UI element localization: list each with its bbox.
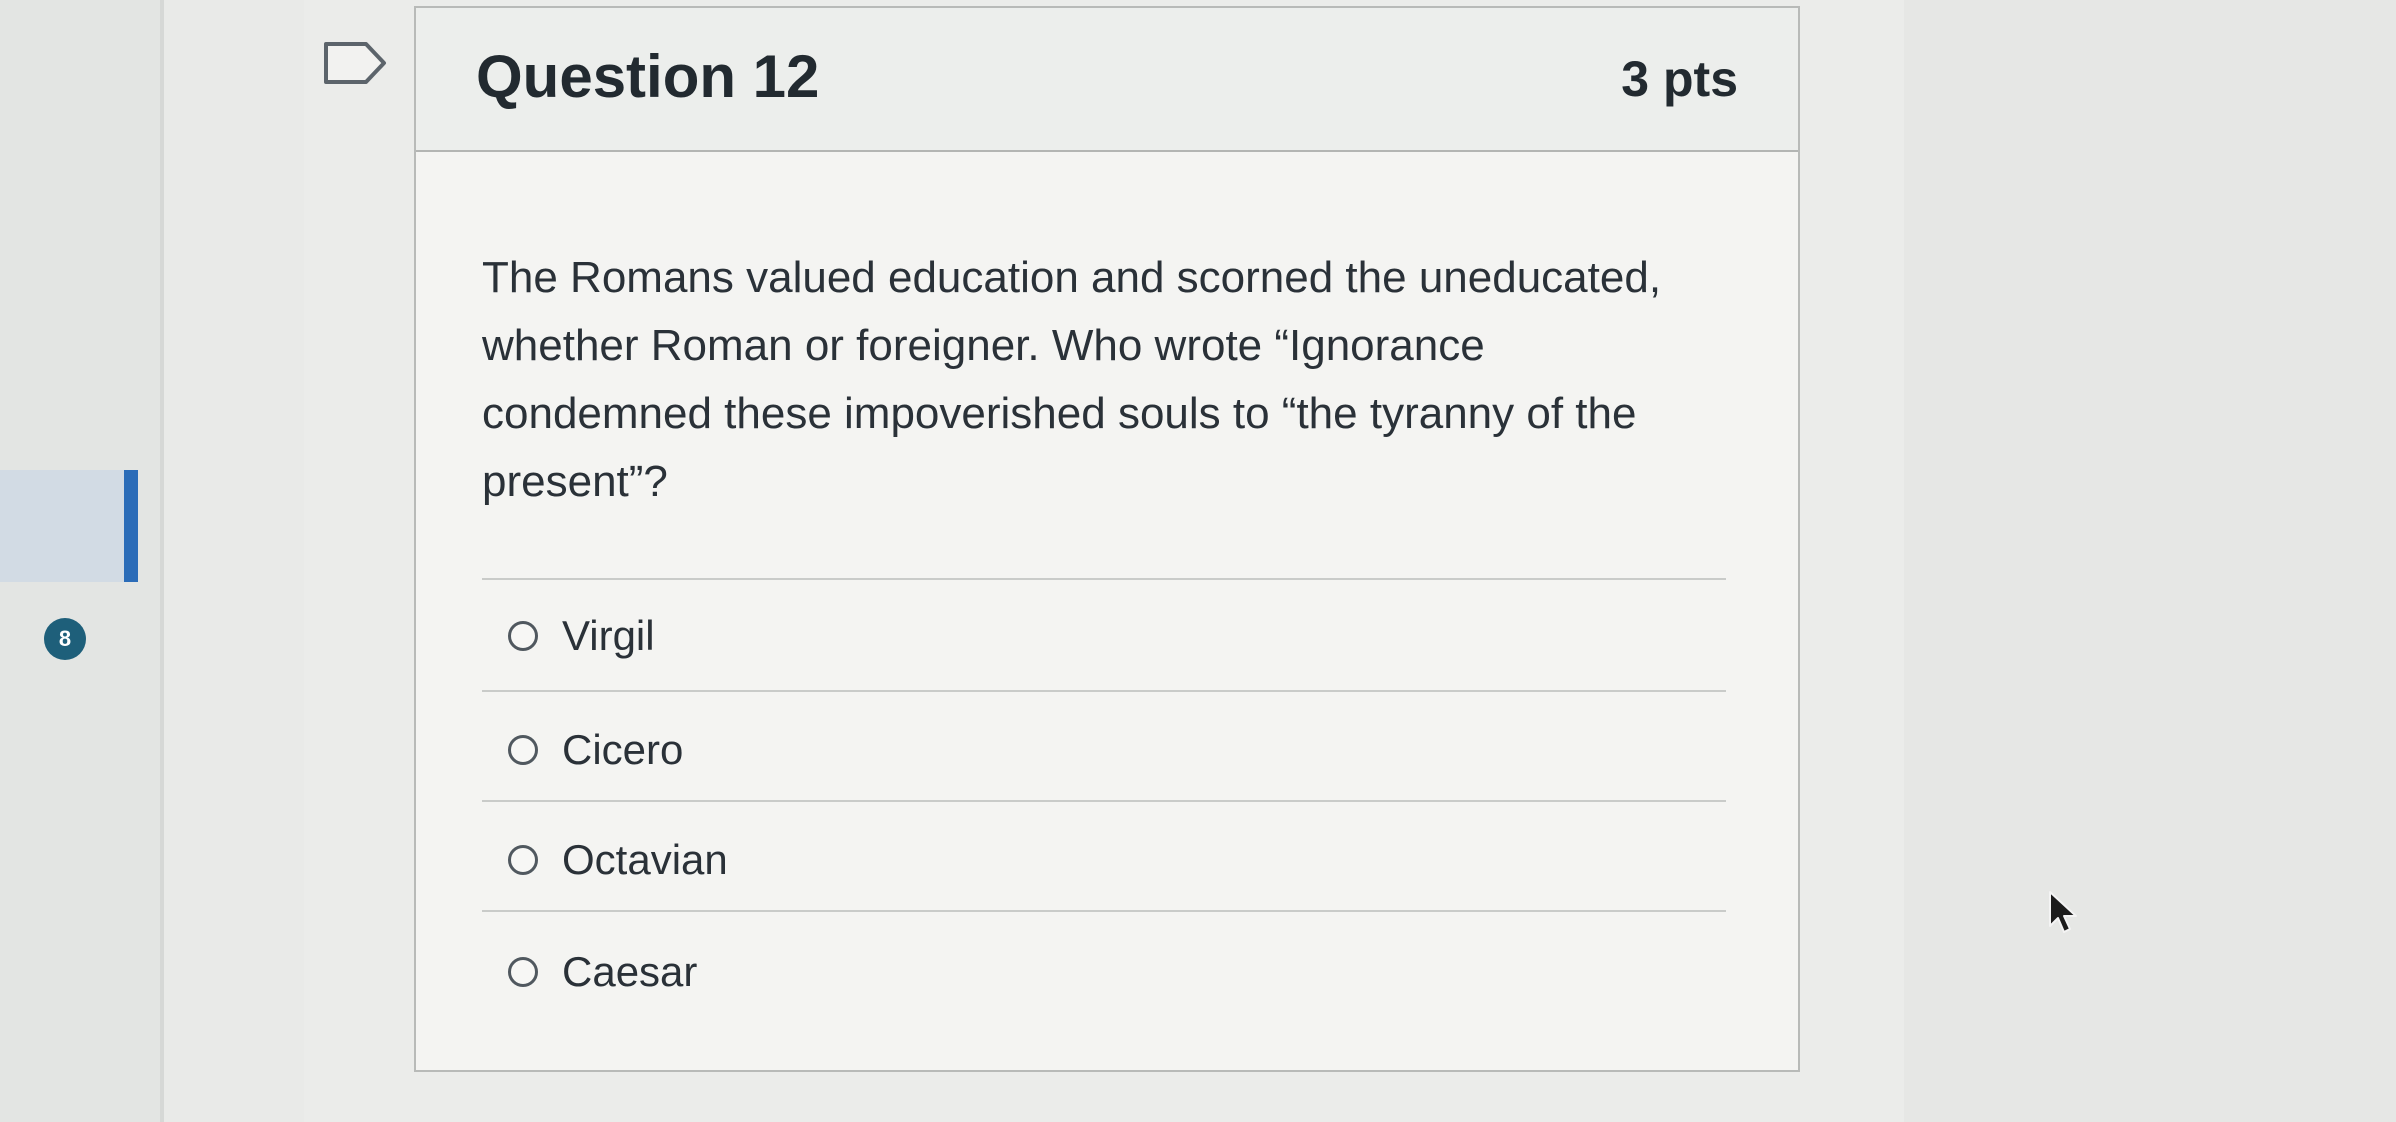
answer-option-virgil[interactable]: Virgil [508, 606, 655, 666]
answer-label: Cicero [562, 726, 684, 773]
nav-selected-panel[interactable] [0, 470, 138, 582]
notification-badge[interactable]: 8 [44, 618, 86, 660]
answer-label: Virgil [562, 612, 655, 659]
answer-divider [482, 578, 1726, 580]
answer-label: Octavian [562, 836, 728, 883]
answer-option-caesar[interactable]: Caesar [508, 942, 697, 1002]
radio-button[interactable] [508, 957, 538, 987]
content-gutter [164, 0, 304, 1122]
answer-option-cicero[interactable]: Cicero [508, 720, 683, 780]
nav-active-indicator [124, 470, 138, 582]
question-points: 3 pts [1621, 51, 1738, 107]
radio-button[interactable] [508, 845, 538, 875]
answer-label: Caesar [562, 948, 698, 995]
answer-divider [482, 800, 1726, 802]
answer-divider [482, 910, 1726, 912]
question-text: The Romans valued education and scorned … [482, 253, 1662, 506]
radio-button[interactable] [508, 621, 538, 651]
question-card: Question 12 3 pts The Romans valued educ… [414, 6, 1800, 1072]
flag-question-icon[interactable] [322, 40, 390, 86]
radio-button[interactable] [508, 735, 538, 765]
mouse-pointer-icon [2049, 891, 2077, 933]
answer-divider [482, 690, 1726, 692]
question-title: Question 12 [476, 43, 820, 110]
right-background [1904, 0, 2396, 1122]
left-navigation: 8 [0, 0, 160, 1122]
question-header: Question 12 3 pts [416, 8, 1798, 152]
answer-option-octavian[interactable]: Octavian [508, 830, 728, 890]
